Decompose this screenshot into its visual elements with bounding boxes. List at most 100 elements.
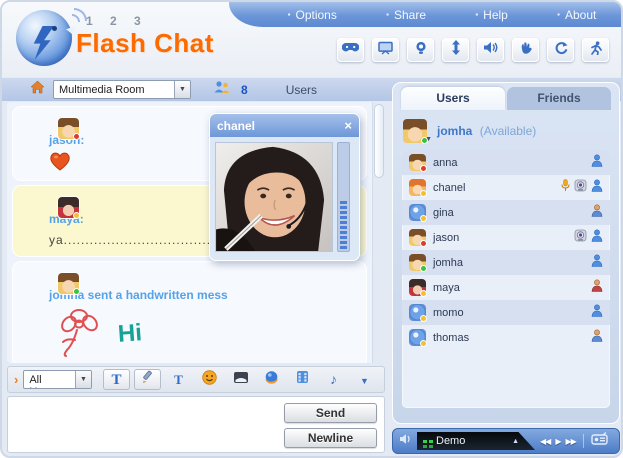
user-row-thomas[interactable]: thomas	[402, 325, 610, 350]
speaker-button[interactable]	[477, 38, 504, 62]
user-row-icons	[591, 204, 603, 222]
person-blue-icon[interactable]	[591, 154, 603, 172]
note-icon: ♪	[330, 371, 337, 389]
mic-icon[interactable]	[561, 179, 570, 197]
fontcolor-button[interactable]: T	[165, 369, 192, 390]
globe-button[interactable]	[258, 369, 285, 390]
menu-item-about[interactable]: ▪About	[557, 8, 596, 22]
radio-icon[interactable]	[591, 432, 608, 450]
chevron-down-icon[interactable]: ▼	[174, 81, 190, 98]
whiteboard-icon	[377, 41, 394, 60]
status-dot	[420, 215, 427, 222]
recipient-select[interactable]: All Users ▼	[23, 370, 92, 389]
cam-icon[interactable]	[574, 179, 587, 197]
menu-item-share[interactable]: ▪Share	[386, 8, 426, 22]
track-title: Demo	[432, 435, 507, 447]
user-row-gina[interactable]: gina	[402, 200, 610, 225]
user-row-jason[interactable]: jason	[402, 225, 610, 250]
caret-button[interactable]: ▼	[351, 369, 378, 390]
current-user-avatar[interactable]: ▼	[403, 119, 429, 143]
message-body: Hi	[49, 306, 358, 361]
tab-users[interactable]: Users	[401, 87, 505, 110]
status-dot	[73, 212, 80, 219]
media-button[interactable]	[289, 369, 316, 390]
user-row-maya[interactable]: maya	[402, 275, 610, 300]
recipient-value: All Users	[24, 371, 75, 388]
resize-icon	[451, 40, 461, 60]
person-blue-icon[interactable]	[591, 229, 603, 247]
handwritten-text: Hi	[117, 319, 143, 349]
newline-button[interactable]: Newline	[284, 428, 377, 448]
play-button[interactable]: ▶	[555, 437, 560, 446]
person-blue-icon[interactable]	[591, 254, 603, 272]
chat-scrollbar[interactable]	[372, 102, 385, 363]
exit-button[interactable]	[582, 38, 609, 62]
tab-friends[interactable]: Friends	[507, 87, 611, 110]
user-name: anna	[433, 157, 584, 169]
webcam-video-feed	[215, 142, 333, 252]
message-author: jomha sent a handwritten mess	[49, 288, 358, 302]
user-row-momo[interactable]: momo	[402, 300, 610, 325]
user-row-icons	[591, 154, 603, 172]
video-popup[interactable]: chanel ×	[209, 113, 360, 261]
avatar	[409, 279, 426, 296]
track-caret-icon: ▲	[512, 438, 519, 445]
font-button[interactable]: T	[103, 369, 130, 390]
person-orange-icon[interactable]	[591, 329, 603, 347]
refresh-button[interactable]	[547, 38, 574, 62]
avatar	[409, 329, 426, 346]
logo-beak	[66, 26, 76, 34]
status-dot	[73, 133, 80, 140]
header: ▪Options ▪Share ▪Help ▪About 1 2 3 Flash Ch…	[2, 2, 621, 77]
menu-bullet-icon: ▪	[557, 10, 560, 19]
users-column-label: Users	[286, 83, 317, 97]
image-button[interactable]	[227, 369, 254, 390]
send-to-arrow-icon: ›	[14, 372, 18, 387]
resize-button[interactable]	[442, 38, 469, 62]
status-dot	[420, 190, 427, 197]
speaker-small-icon[interactable]	[399, 432, 412, 450]
equalizer-icon	[423, 440, 427, 443]
logo-title: Flash Chat	[76, 28, 214, 59]
menu-item-help[interactable]: ▪Help	[475, 8, 508, 22]
status-dot	[420, 340, 427, 347]
user-row-jomha[interactable]: jomha	[402, 250, 610, 275]
message-input[interactable]: Send Newline	[7, 396, 385, 453]
user-name: thomas	[433, 332, 584, 344]
note-button[interactable]: ♪	[320, 369, 347, 390]
avatar	[409, 254, 426, 271]
person-blue-icon[interactable]	[591, 179, 603, 197]
logo-numbers: 1 2 3	[86, 14, 148, 28]
cam-icon[interactable]	[574, 229, 587, 247]
pencil-button[interactable]	[134, 369, 161, 390]
room-select[interactable]: Multimedia Room ▼	[53, 80, 191, 99]
person-orange-icon[interactable]	[591, 204, 603, 222]
user-row-anna[interactable]: anna	[402, 150, 610, 175]
person-blue-icon[interactable]	[591, 304, 603, 322]
user-row-chanel[interactable]: chanel	[402, 175, 610, 200]
chevron-down-icon: ▼	[425, 136, 432, 143]
person-red-icon[interactable]	[591, 279, 603, 297]
next-track-button[interactable]: ▶▶	[565, 437, 575, 446]
video-popup-titlebar[interactable]: chanel ×	[210, 114, 359, 137]
menu-item-options[interactable]: ▪Options	[288, 8, 337, 22]
webcam-button[interactable]	[407, 38, 434, 62]
send-button[interactable]: Send	[284, 403, 377, 423]
user-panel: Users Friends ▼ jomha (Available) annach…	[392, 82, 620, 424]
user-row-icons	[591, 279, 603, 297]
chevron-down-icon[interactable]: ▼	[75, 371, 91, 388]
user-count: 8	[241, 83, 248, 97]
close-icon[interactable]: ×	[344, 119, 352, 132]
whiteboard-button[interactable]	[372, 38, 399, 62]
gamepad-button[interactable]	[337, 38, 364, 62]
smiley-button[interactable]	[196, 369, 223, 390]
avatar	[58, 197, 79, 218]
chat-scrollbar-thumb[interactable]	[374, 104, 384, 178]
avatar	[409, 229, 426, 246]
previous-track-button[interactable]: ◀◀	[540, 437, 550, 446]
smiley-icon	[202, 370, 217, 390]
user-row-icons	[591, 254, 603, 272]
user-name: maya	[433, 282, 584, 294]
home-icon[interactable]	[30, 80, 45, 99]
hand-button[interactable]	[512, 38, 539, 62]
